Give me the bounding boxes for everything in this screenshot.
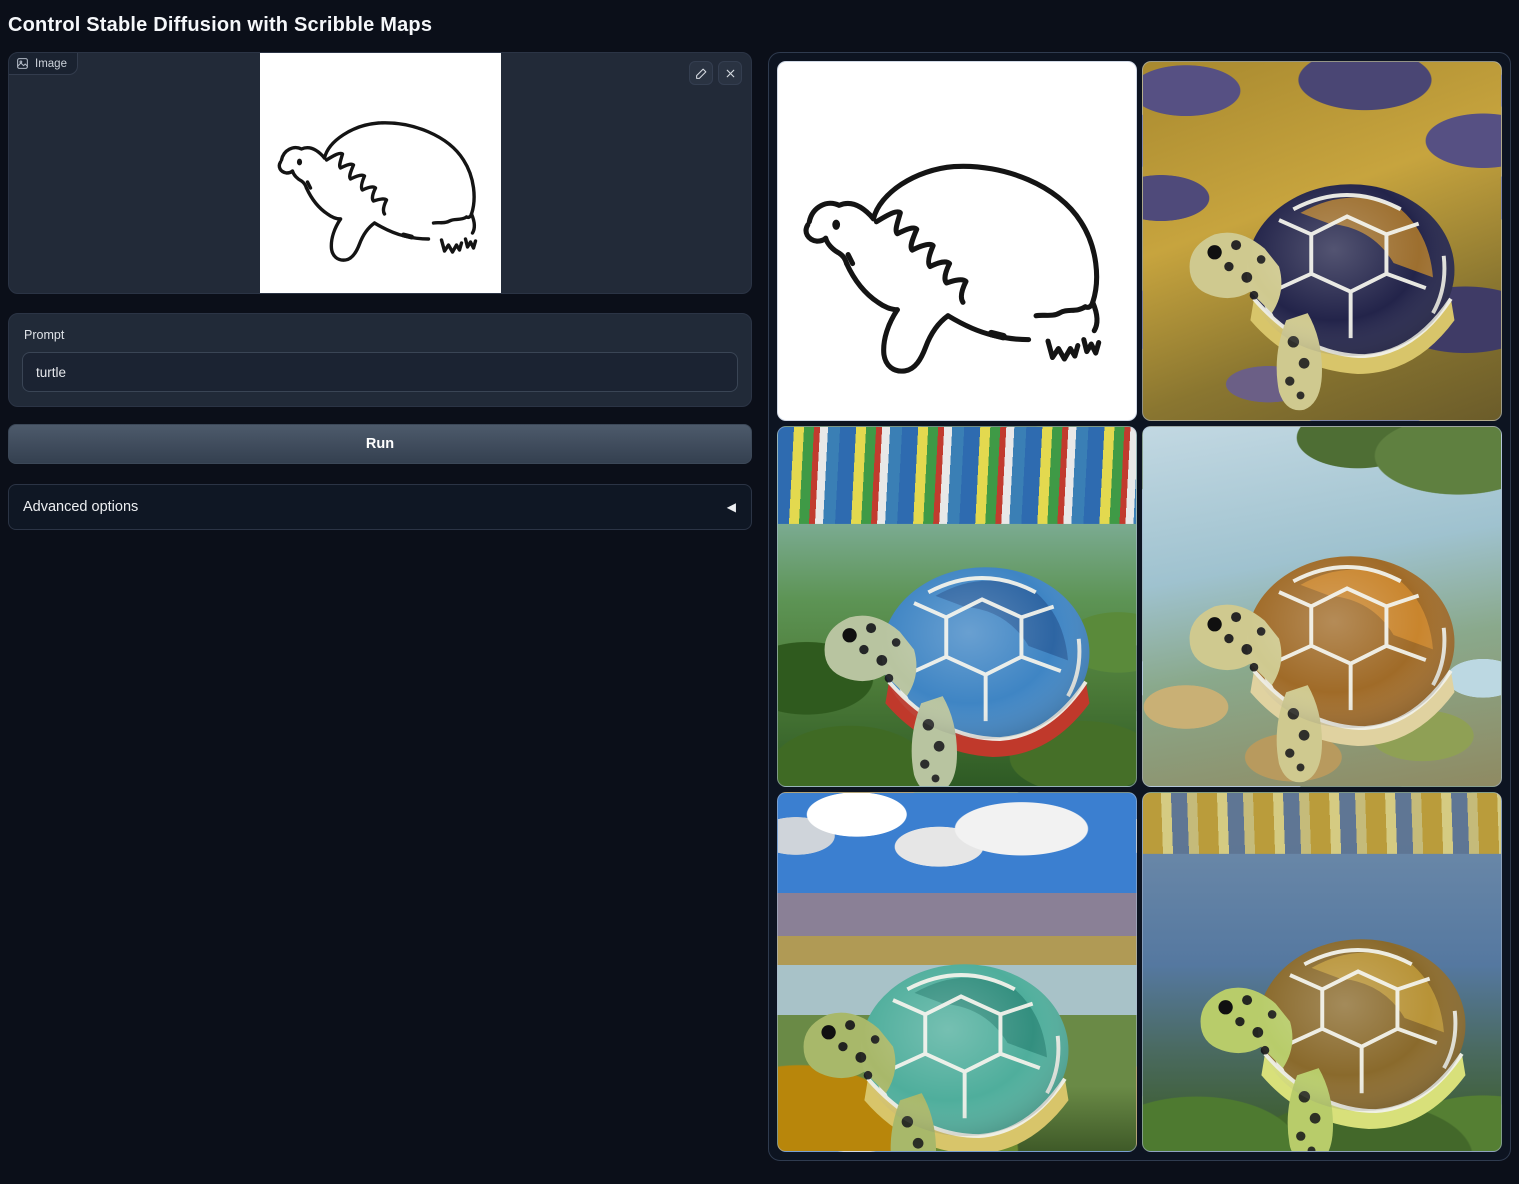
advanced-options-accordion[interactable]: Advanced options ◀ bbox=[8, 484, 752, 530]
controls-column: Image bbox=[8, 52, 752, 530]
input-image-panel: Image bbox=[8, 52, 752, 294]
app-root: Control Stable Diffusion with Scribble M… bbox=[0, 0, 1519, 1169]
image-label-text: Image bbox=[35, 58, 67, 70]
turtle-mountain-lake bbox=[777, 871, 1115, 1152]
gallery-item[interactable] bbox=[1142, 61, 1502, 421]
scribble-turtle-image bbox=[778, 62, 1136, 420]
gallery-item[interactable] bbox=[777, 426, 1137, 786]
advanced-options-label: Advanced options bbox=[23, 499, 138, 515]
run-button[interactable]: Run bbox=[8, 424, 752, 464]
gallery-item[interactable] bbox=[1142, 426, 1502, 786]
input-image-preview[interactable] bbox=[260, 53, 501, 293]
clear-image-button[interactable] bbox=[718, 61, 742, 85]
gallery-item[interactable] bbox=[777, 792, 1137, 1152]
turtle-painting-blue-shell bbox=[778, 474, 1136, 787]
close-icon bbox=[724, 67, 737, 80]
prompt-label: Prompt bbox=[24, 328, 736, 342]
turtle-clear-water-rocks bbox=[1143, 463, 1501, 787]
scribble-turtle-drawing bbox=[260, 53, 501, 293]
turtle-underwater-golden bbox=[1154, 846, 1502, 1152]
edit-image-button[interactable] bbox=[689, 61, 713, 85]
output-column bbox=[768, 52, 1511, 1161]
main-columns: Image bbox=[8, 52, 1511, 1161]
page-title: Control Stable Diffusion with Scribble M… bbox=[8, 14, 1511, 37]
prompt-input[interactable] bbox=[22, 352, 738, 392]
gallery-item-scribble[interactable] bbox=[777, 61, 1137, 421]
image-actions bbox=[689, 61, 742, 85]
turtle-photo-golden-water bbox=[1143, 91, 1501, 422]
image-stage bbox=[9, 53, 751, 293]
image-component-label: Image bbox=[9, 53, 78, 75]
gallery-item[interactable] bbox=[1142, 792, 1502, 1152]
image-icon bbox=[16, 57, 29, 70]
result-gallery bbox=[768, 52, 1511, 1161]
chevron-left-icon: ◀ bbox=[727, 500, 736, 514]
prompt-panel: Prompt bbox=[8, 313, 752, 407]
pencil-icon bbox=[695, 67, 708, 80]
